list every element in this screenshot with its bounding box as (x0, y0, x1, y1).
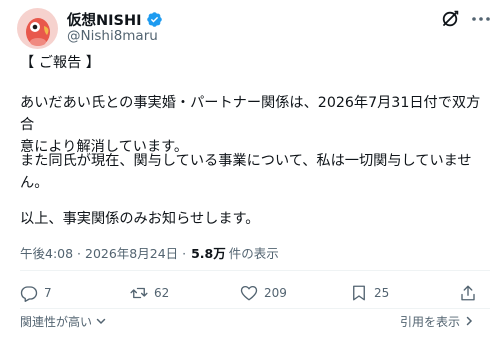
post-text-paragraph: 以上、事実関係のみお知らせします。 (20, 208, 490, 230)
author-name-row[interactable]: 仮想NISHI (67, 9, 163, 29)
view-quotes-link[interactable]: 引用を表示 (400, 313, 474, 329)
like-button[interactable]: 209 (240, 282, 287, 304)
avatar[interactable] (17, 8, 58, 49)
post-card: 仮想NISHI @Nishi8maru 【 ご報告 】 あいだあい氏との事実婚・… (0, 0, 500, 338)
post-text-paragraph: あいだあい氏との事実婚・パートナー関係は、2026年7月31日付で双方合 意によ… (20, 92, 490, 158)
post-paragraph-2-line-1: あいだあい氏との事実婚・パートナー関係は、2026年7月31日付で双方合 (20, 95, 481, 133)
like-count: 209 (264, 286, 287, 300)
post-timestamp[interactable]: 午後4:08 · 2026年8月24日 · (20, 243, 186, 262)
share-button[interactable] (459, 282, 477, 304)
parrot-avatar-icon (17, 8, 58, 49)
post-text-paragraph: また同氏が現在、関与している事業について、私は一切関与していませ ん。 (20, 150, 490, 194)
grok-button[interactable] (440, 9, 460, 29)
chevron-right-icon (466, 316, 473, 326)
post-paragraph-3-line-1: また同氏が現在、関与している事業について、私は一切関与していませ (20, 153, 472, 169)
more-options-button[interactable] (470, 9, 492, 29)
views-label: 件の表示 (228, 245, 279, 261)
post-paragraph-3-line-2: ん。 (20, 175, 49, 191)
chevron-down-icon (96, 318, 106, 325)
heart-icon (240, 285, 258, 301)
share-icon (461, 285, 475, 301)
repost-button[interactable]: 62 (130, 282, 169, 304)
bookmark-count: 25 (374, 286, 390, 300)
repost-count: 62 (154, 286, 170, 300)
repost-icon (130, 287, 148, 299)
bookmark-button[interactable]: 25 (350, 282, 389, 304)
author-handle[interactable]: @Nishi8maru (67, 28, 158, 44)
author-display-name[interactable]: 仮想NISHI (67, 9, 142, 30)
bookmark-icon (353, 285, 365, 301)
view-quotes-label: 引用を表示 (399, 314, 460, 329)
post-text-heading: 【 ご報告 】 (20, 52, 490, 74)
reply-button[interactable]: 7 (20, 282, 52, 304)
views-count: 5.8万 (191, 245, 226, 261)
post-paragraph-1: 【 ご報告 】 (20, 55, 100, 71)
sort-relevance-label: 関連性が高い (20, 314, 93, 329)
post-paragraph-4: 以上、事実関係のみお知らせします。 (20, 211, 260, 227)
grok-icon (442, 10, 459, 27)
sort-relevance-dropdown[interactable]: 関連性が高い (20, 313, 106, 329)
divider (20, 270, 490, 271)
more-options-icon (472, 17, 490, 21)
post-meta: 午後4:08 · 2026年8月24日 · 5.8万 件の表示 (20, 242, 279, 262)
verified-badge-icon (146, 11, 162, 27)
reply-icon (20, 286, 38, 302)
divider (20, 308, 490, 309)
reply-count: 7 (44, 286, 52, 300)
